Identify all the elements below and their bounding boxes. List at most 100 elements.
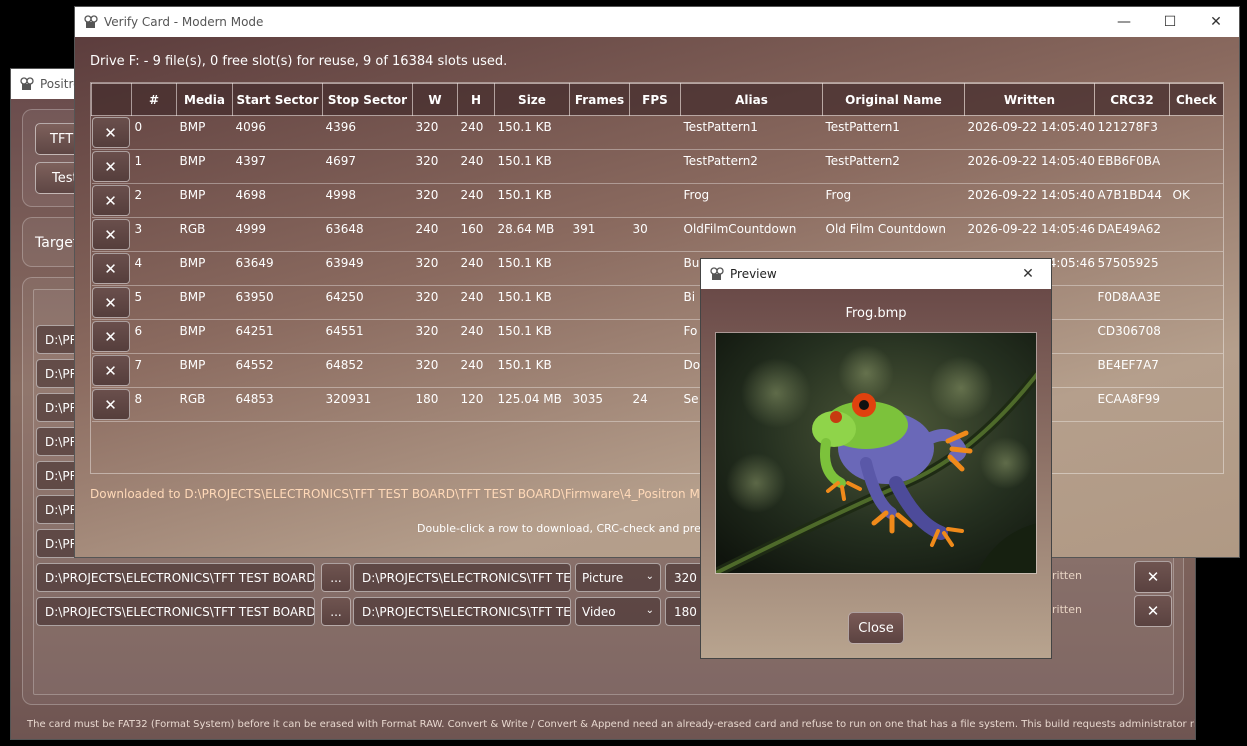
row-target-input[interactable]: D:\PROJECTS\ELECTRONICS\TFT TE (353, 563, 571, 592)
table-row[interactable]: ✕7BMP6455264852320240150.1 KBDo:05:46BE4… (91, 353, 1223, 388)
close-button[interactable]: ✕ (1193, 7, 1239, 37)
cell-w: 240 (412, 217, 458, 252)
table-row[interactable]: ✕4BMP6364963949320240150.1 KBBunnyBunny2… (91, 251, 1223, 286)
delete-slot-button[interactable]: ✕ (91, 355, 130, 386)
row-target-input[interactable]: D:\PROJECTS\ELECTRONICS\TFT TE (353, 597, 571, 626)
remove-row-button[interactable]: ✕ (1134, 595, 1172, 627)
cell-h: 240 (457, 353, 495, 388)
delete-slot-button[interactable]: ✕ (91, 151, 130, 182)
column-header[interactable]: Frames (569, 83, 630, 116)
cell-fps: 24 (629, 387, 681, 422)
cell-w: 320 (412, 319, 458, 354)
cell-fps (629, 183, 681, 218)
column-header[interactable]: Original Name (822, 83, 965, 116)
column-header[interactable]: Size (494, 83, 570, 116)
column-header[interactable]: Media (176, 83, 233, 116)
minimize-button[interactable]: — (1101, 7, 1147, 37)
cell-start: 4096 (232, 115, 323, 150)
cell-start: 63649 (232, 251, 323, 286)
cell-stop: 64852 (322, 353, 413, 388)
column-header[interactable]: # (131, 83, 177, 116)
drive-summary: Drive F: - 9 file(s), 0 free slot(s) for… (90, 54, 508, 69)
cell-media: RGB (176, 217, 233, 252)
remove-row-button[interactable]: ✕ (1134, 561, 1172, 593)
cell-media: BMP (176, 251, 233, 286)
cell-check (1169, 217, 1223, 252)
media-type-value: Video (582, 604, 616, 619)
cell-check (1169, 285, 1223, 320)
row-width-input[interactable]: 180 (665, 597, 705, 626)
cell-frames (569, 149, 630, 184)
cell-w: 180 (412, 387, 458, 422)
maximize-button[interactable]: ☐ (1147, 7, 1193, 37)
preview-window-titlebar[interactable]: Preview ✕ (701, 259, 1051, 289)
media-type-select[interactable]: Picture ⌄ (575, 563, 661, 592)
table-row[interactable]: ✕5BMP6395064250320240150.1 KBBi:05:46F0D… (91, 285, 1223, 320)
cell-stop: 64250 (322, 285, 413, 320)
cell-size: 125.04 MB (494, 387, 570, 422)
delete-slot-button[interactable]: ✕ (91, 389, 130, 420)
table-row[interactable]: ✕ 2 BMP 4698 4998 320 240 150.1 KB Frog Frog 2026-… (91, 183, 1223, 218)
column-header[interactable]: Alias (680, 83, 823, 116)
frog-image (715, 332, 1037, 574)
column-header[interactable]: Written (964, 83, 1095, 116)
table-row[interactable]: ✕ 0 BMP 4096 4396 320 240 150.1 KB TestPattern1 T… (91, 115, 1223, 150)
cell-num: 2 (131, 183, 177, 218)
cell-size: 150.1 KB (494, 183, 570, 218)
cell-media: BMP (176, 285, 233, 320)
table-row[interactable]: ✕ 3 RGB 4999 63648 240 160 28.64 MB 391 30 OldFilm… (91, 217, 1223, 252)
delete-cell: ✕ (91, 251, 132, 286)
cell-written: 2026-09-22 14:05:40 (964, 149, 1095, 184)
cell-start: 4999 (232, 217, 323, 252)
cell-h: 240 (457, 285, 495, 320)
cell-crc: ECAA8F99 (1094, 387, 1170, 422)
cell-stop: 320931 (322, 387, 413, 422)
table-row[interactable]: ✕ 1 BMP 4397 4697 320 240 150.1 KB TestPattern2 T… (91, 149, 1223, 184)
column-header[interactable]: FPS (629, 83, 681, 116)
cell-check (1169, 251, 1223, 286)
cell-crc: 121278F3 (1094, 115, 1170, 150)
column-header[interactable]: CRC32 (1094, 83, 1170, 116)
row-width-input[interactable]: 320 (665, 563, 705, 592)
cell-media: BMP (176, 115, 233, 150)
row-source-input[interactable]: D:\PROJECTS\ELECTRONICS\TFT TEST BOARD\ (36, 563, 315, 592)
delete-cell: ✕ (91, 353, 132, 388)
row-source-input[interactable]: D:\PROJECTS\ELECTRONICS\TFT TEST BOARD\ (36, 597, 315, 626)
column-header[interactable]: H (457, 83, 495, 116)
cell-frames (569, 285, 630, 320)
cell-fps (629, 149, 681, 184)
browse-button[interactable]: ... (321, 597, 351, 626)
preview-window-body: Frog.bmp Close (701, 289, 1051, 658)
media-type-select[interactable]: Video ⌄ (575, 597, 661, 626)
table-row[interactable]: ✕6BMP6425164551320240150.1 KBFo:05:46CD3… (91, 319, 1223, 354)
column-header[interactable]: Check (1169, 83, 1223, 116)
delete-slot-button[interactable]: ✕ (91, 321, 130, 352)
delete-slot-button[interactable]: ✕ (91, 219, 130, 250)
delete-cell: ✕ (91, 319, 132, 354)
cell-media: RGB (176, 387, 233, 422)
delete-slot-button[interactable]: ✕ (91, 185, 130, 216)
cell-crc: DAE49A62 (1094, 217, 1170, 252)
delete-slot-button[interactable]: ✕ (91, 253, 130, 284)
cell-crc: A7B1BD44 (1094, 183, 1170, 218)
preview-close-button[interactable]: Close (848, 612, 904, 644)
browse-button[interactable]: ... (321, 563, 351, 592)
delete-slot-button[interactable]: ✕ (91, 117, 130, 148)
cell-stop: 63949 (322, 251, 413, 286)
cell-num: 7 (131, 353, 177, 388)
verify-window-titlebar[interactable]: Verify Card - Modern Mode — ☐ ✕ (75, 7, 1239, 37)
delete-slot-button[interactable]: ✕ (91, 287, 130, 318)
table-row[interactable]: ✕8RGB64853320931180120125.04 MB303524Se:… (91, 387, 1223, 422)
cell-h: 240 (457, 149, 495, 184)
close-button[interactable]: ✕ (1005, 259, 1051, 289)
download-path-text: Downloaded to D:\PROJECTS\ELECTRONICS\TF… (90, 487, 778, 501)
preview-file-name: Frog.bmp (845, 306, 907, 321)
cell-num: 5 (131, 285, 177, 320)
column-header[interactable]: Start Sector (232, 83, 323, 116)
cell-frames (569, 319, 630, 354)
hint-text: Double-click a row to download, CRC-chec… (417, 522, 738, 535)
cell-frames (569, 251, 630, 286)
column-header[interactable]: W (412, 83, 458, 116)
column-header[interactable] (91, 83, 132, 116)
column-header[interactable]: Stop Sector (322, 83, 413, 116)
